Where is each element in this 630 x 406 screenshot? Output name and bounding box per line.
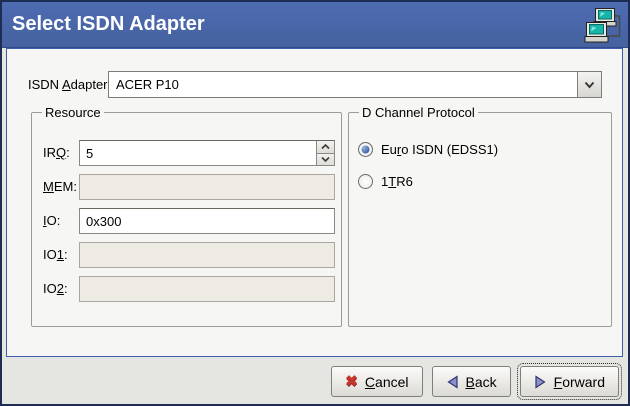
left-arrow-icon (446, 375, 459, 389)
irq-spinbutton (79, 140, 335, 166)
cancel-button-label: Cancel (365, 374, 409, 390)
mem-label: MEM: (43, 179, 77, 194)
irq-label: IRQ: (43, 145, 70, 160)
io1-input (80, 243, 334, 267)
resource-group: Resource IRQ: MEM: IO: (31, 105, 342, 327)
mem-input (80, 175, 334, 199)
dialog-content-panel: ISDN Adapters: ACER P10 Resource IRQ: (6, 48, 623, 357)
back-button-label: Back (466, 374, 497, 390)
irq-input[interactable] (80, 141, 316, 165)
io-input[interactable] (80, 209, 334, 233)
isdn-adapters-label: ISDN Adapters: (28, 77, 118, 92)
dialog-select-isdn-adapter: Select ISDN Adapter ISDN Adapters: ACER … (0, 0, 630, 406)
radio-button-icon[interactable] (358, 142, 373, 157)
radio-1tr6-label[interactable]: 1TR6 (381, 174, 413, 189)
irq-spin-controls (316, 141, 334, 165)
io2-label: IO2: (43, 281, 68, 296)
io-field (79, 208, 335, 234)
chevron-down-icon (584, 81, 595, 89)
radio-button-icon[interactable] (358, 174, 373, 189)
back-button[interactable]: Back (432, 366, 511, 397)
forward-button[interactable]: Forward (520, 366, 619, 397)
radio-euro-isdn[interactable]: Euro ISDN (EDSS1) (358, 142, 498, 157)
chevron-down-icon (321, 156, 330, 162)
dialog-button-bar: ✖ Cancel Back Forward (2, 357, 628, 404)
io1-field (79, 242, 335, 268)
io1-label: IO1: (43, 247, 68, 262)
combobox-dropdown-button[interactable] (577, 72, 601, 97)
isdn-adapters-selected-value: ACER P10 (109, 72, 577, 97)
io-label: IO: (43, 213, 60, 228)
io2-input (80, 277, 334, 301)
mem-field (79, 174, 335, 200)
resource-group-title: Resource (42, 105, 104, 120)
spin-down-button[interactable] (317, 154, 334, 166)
cancel-button[interactable]: ✖ Cancel (331, 366, 422, 397)
d-channel-protocol-group-title: D Channel Protocol (359, 105, 478, 120)
red-x-icon: ✖ (345, 374, 358, 389)
forward-button-label: Forward (554, 374, 605, 390)
dialog-title: Select ISDN Adapter (12, 13, 582, 36)
network-computers-icon (582, 6, 622, 46)
chevron-up-icon (321, 144, 330, 150)
d-channel-protocol-group: D Channel Protocol Euro ISDN (EDSS1) 1TR… (348, 105, 612, 327)
right-arrow-icon (534, 375, 547, 389)
spin-up-button[interactable] (317, 141, 334, 154)
radio-euro-isdn-label[interactable]: Euro ISDN (EDSS1) (381, 142, 498, 157)
io2-field (79, 276, 335, 302)
isdn-adapters-combobox[interactable]: ACER P10 (108, 71, 602, 98)
titlebar: Select ISDN Adapter (2, 2, 628, 48)
radio-1tr6[interactable]: 1TR6 (358, 174, 413, 189)
